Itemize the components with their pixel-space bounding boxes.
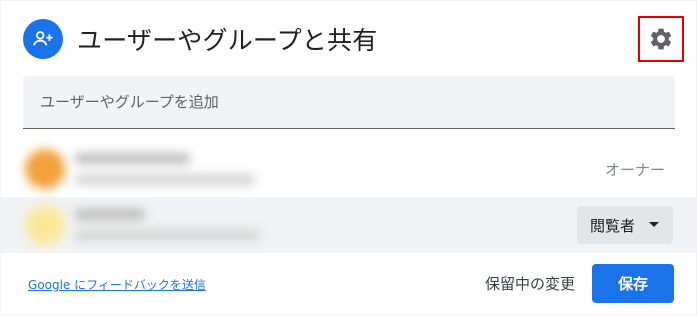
pending-changes-label: 保留中の変更 [485, 275, 576, 293]
feedback-link[interactable]: Google にフィードバックを送信 [28, 276, 206, 293]
owner-role-label: オーナー [604, 161, 665, 179]
dialog-header: ユーザーやグループと共有 [23, 19, 377, 59]
person-row-owner: オーナー [1, 141, 697, 197]
person-add-icon [23, 19, 63, 59]
share-dialog: ユーザーやグループと共有 オーナー 閲覧者 Google にフィードバックを送信… [0, 0, 697, 316]
add-people-input[interactable] [23, 76, 675, 128]
person-row-viewer[interactable]: 閲覧者 [1, 197, 697, 253]
avatar [25, 205, 65, 245]
settings-button[interactable] [638, 16, 684, 62]
redacted-person-info [15, 141, 355, 197]
role-dropdown[interactable]: 閲覧者 [577, 206, 673, 244]
gear-icon [650, 28, 672, 50]
role-dropdown-label: 閲覧者 [590, 216, 636, 235]
avatar [25, 149, 65, 189]
save-button[interactable]: 保存 [592, 264, 674, 303]
dialog-title: ユーザーやグループと共有 [77, 26, 378, 55]
caret-down-icon [649, 222, 659, 227]
add-people-field[interactable] [23, 76, 675, 129]
redacted-person-info [15, 197, 355, 253]
